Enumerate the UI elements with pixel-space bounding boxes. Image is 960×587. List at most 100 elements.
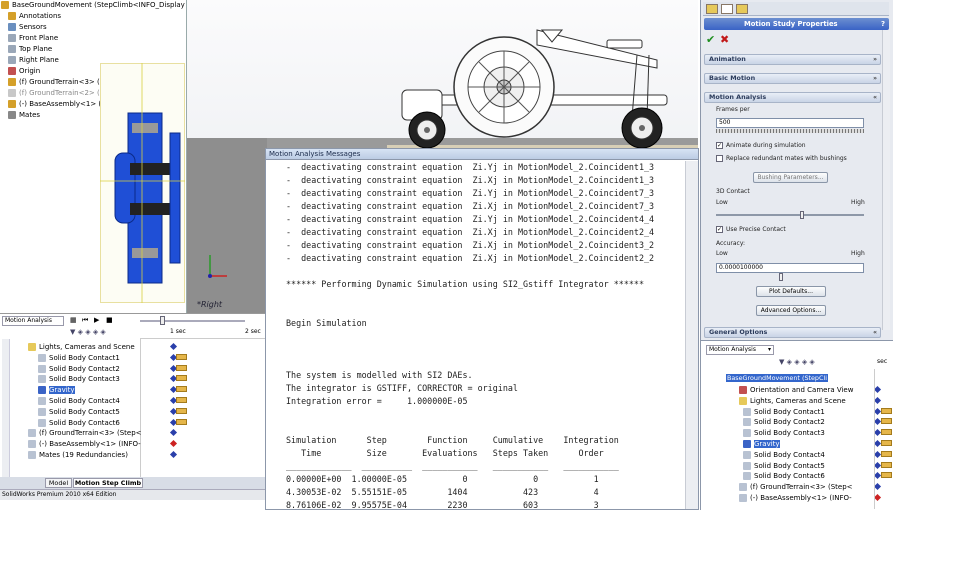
- keyframe-marker[interactable]: [169, 342, 178, 351]
- motion-tree-item[interactable]: (f) GroundTerrain<3> (Step<: [28, 428, 142, 439]
- keyframe-marker[interactable]: [873, 450, 882, 458]
- feature-tree-item[interactable]: Right Plane: [8, 55, 59, 66]
- feature-tree-item[interactable]: Annotations: [8, 11, 61, 22]
- right-motion-tree-item[interactable]: (-) BaseAssembly<1> (INFO-: [739, 493, 852, 504]
- right-filter-toolbar[interactable]: ▼ ◈ ◈ ◈ ◈: [779, 358, 815, 366]
- timeline-slider-thumb[interactable]: [160, 316, 165, 325]
- contact-slider[interactable]: [716, 214, 864, 216]
- frames-input[interactable]: 500: [716, 118, 864, 128]
- contact-slider-thumb[interactable]: [800, 211, 804, 219]
- section-basic-motion[interactable]: Basic Motion»: [704, 73, 881, 84]
- section-animation[interactable]: Animation»: [704, 54, 881, 65]
- key-bar[interactable]: [881, 440, 892, 446]
- tab-model[interactable]: Model: [45, 478, 72, 488]
- feature-tree-root[interactable]: BaseGroundMovement (StepClimb<INFO_Displ…: [1, 0, 186, 11]
- calculate-icon[interactable]: ▦: [70, 316, 77, 324]
- motion-tree-item[interactable]: (-) BaseAssembly<1> (INFO-: [28, 439, 141, 450]
- messages-text-area[interactable]: - deactivating constraint equation Zi.Yj…: [266, 161, 686, 509]
- key-bar[interactable]: [176, 375, 187, 382]
- right-motion-tree-item[interactable]: Solid Body Contact3: [743, 428, 825, 439]
- property-scrollbar[interactable]: [882, 30, 890, 330]
- feature-manager-icon[interactable]: [706, 4, 718, 14]
- accuracy-input[interactable]: 0.0000100000: [716, 263, 864, 273]
- key-bar[interactable]: [881, 450, 892, 457]
- motion-tree-item[interactable]: Solid Body Contact3: [38, 374, 120, 385]
- key-bar[interactable]: [176, 364, 187, 371]
- right-motion-tree-item[interactable]: Solid Body Contact2: [743, 417, 825, 428]
- replace-mates-checkbox[interactable]: [716, 155, 723, 162]
- right-motion-tree-item[interactable]: Orientation and Camera View: [739, 385, 853, 396]
- help-icon[interactable]: ?: [881, 18, 885, 30]
- left-motion-scrollbar[interactable]: [2, 339, 10, 489]
- play-from-start-icon[interactable]: ⏮: [82, 316, 88, 325]
- key-bar[interactable]: [176, 386, 187, 393]
- animate-checkbox[interactable]: ✓: [716, 142, 723, 149]
- feature-tree-item[interactable]: Sensors: [8, 22, 47, 33]
- motion-tree-item[interactable]: Lights, Cameras and Scene: [28, 342, 135, 353]
- keyframe-marker[interactable]: [873, 407, 882, 415]
- keyframe-marker[interactable]: [873, 418, 882, 426]
- keyframe-marker[interactable]: [169, 450, 178, 459]
- keyframe-marker[interactable]: [873, 461, 882, 469]
- feature-tree-item[interactable]: (f) GroundTerrain<2> (St: [8, 88, 107, 99]
- configuration-manager-icon[interactable]: [736, 4, 748, 14]
- section-general-options[interactable]: General Options «: [704, 327, 881, 338]
- key-bar[interactable]: [881, 461, 892, 468]
- section-motion-analysis[interactable]: Motion Analysis «: [704, 92, 881, 103]
- right-motion-tree-item[interactable]: Solid Body Contact6: [743, 471, 825, 482]
- keyframe-marker[interactable]: [873, 396, 882, 404]
- motion-tree-item[interactable]: Mates (19 Redundancies): [28, 450, 128, 461]
- key-bar[interactable]: [176, 397, 187, 403]
- accuracy-slider-thumb[interactable]: [779, 273, 783, 281]
- feature-tree-item[interactable]: Origin: [8, 66, 40, 77]
- right-motion-tree-item[interactable]: Lights, Cameras and Scene: [739, 396, 846, 407]
- motion-tree-item[interactable]: Solid Body Contact4: [38, 396, 120, 407]
- stop-icon[interactable]: ■: [106, 316, 113, 324]
- advanced-options-button[interactable]: Advanced Options...: [756, 305, 826, 316]
- plot-defaults-button[interactable]: Plot Defaults...: [756, 286, 826, 297]
- right-study-type-select[interactable]: Motion Analysis ▾: [706, 345, 774, 355]
- study-type-select[interactable]: Motion Analysis: [2, 316, 64, 326]
- key-bar[interactable]: [176, 418, 187, 425]
- feature-tree-item[interactable]: (f) GroundTerrain<3> (St: [8, 77, 107, 88]
- messages-scrollbar[interactable]: [685, 161, 698, 509]
- key-bar[interactable]: [881, 407, 892, 414]
- keyframe-marker[interactable]: [873, 429, 882, 437]
- cancel-icon[interactable]: ✖: [720, 33, 729, 46]
- feature-tree-item[interactable]: Mates: [8, 110, 40, 121]
- motion-tree-item[interactable]: Solid Body Contact1: [38, 353, 120, 364]
- key-bar[interactable]: [176, 407, 187, 414]
- right-tree-root[interactable]: BaseGroundMovement (StepCli: [726, 374, 829, 382]
- motion-tree-item[interactable]: Solid Body Contact6: [38, 418, 120, 429]
- ok-icon[interactable]: ✔: [706, 33, 715, 46]
- keyframe-marker[interactable]: [169, 429, 178, 437]
- key-bar[interactable]: [881, 429, 892, 436]
- right-motion-tree-item[interactable]: Solid Body Contact4: [743, 450, 825, 461]
- right-motion-tree-item[interactable]: Gravity: [743, 439, 780, 450]
- property-manager-icon[interactable]: [721, 4, 733, 14]
- motion-tree-item[interactable]: Solid Body Contact2: [38, 364, 120, 375]
- motion-tree-item[interactable]: Gravity: [38, 385, 75, 396]
- key-bar[interactable]: [881, 472, 892, 479]
- feature-tree-item[interactable]: (-) BaseAssembly<1> (INF: [8, 99, 112, 110]
- right-motion-tree-item[interactable]: Solid Body Contact5: [743, 461, 825, 472]
- keyframe-marker[interactable]: [169, 440, 178, 448]
- key-bar[interactable]: [881, 418, 892, 425]
- keyframe-marker[interactable]: [873, 472, 882, 480]
- feature-tree-item[interactable]: Front Plane: [8, 33, 58, 44]
- motion-tree-item[interactable]: Solid Body Contact5: [38, 407, 120, 418]
- key-bar[interactable]: [176, 353, 187, 360]
- feature-tree-item[interactable]: Top Plane: [8, 44, 52, 55]
- keyframe-marker[interactable]: [873, 385, 882, 394]
- keyframe-marker[interactable]: [873, 483, 882, 491]
- right-motion-tree-item[interactable]: Solid Body Contact1: [743, 407, 825, 418]
- precise-contact-checkbox[interactable]: ✓: [716, 226, 723, 233]
- timeline-slider[interactable]: [140, 320, 245, 322]
- bushing-parameters-button[interactable]: Bushing Parameters...: [753, 172, 828, 183]
- keyframe-marker[interactable]: [873, 439, 882, 448]
- right-motion-tree-item[interactable]: (f) GroundTerrain<3> (Step<: [739, 482, 853, 493]
- filter-toolbar[interactable]: ▼ ◈ ◈ ◈ ◈: [70, 328, 140, 338]
- keyframe-marker[interactable]: [873, 493, 882, 502]
- tab-motion-step-climb[interactable]: Motion Step Climb: [73, 478, 143, 488]
- play-icon[interactable]: ▶: [94, 316, 99, 324]
